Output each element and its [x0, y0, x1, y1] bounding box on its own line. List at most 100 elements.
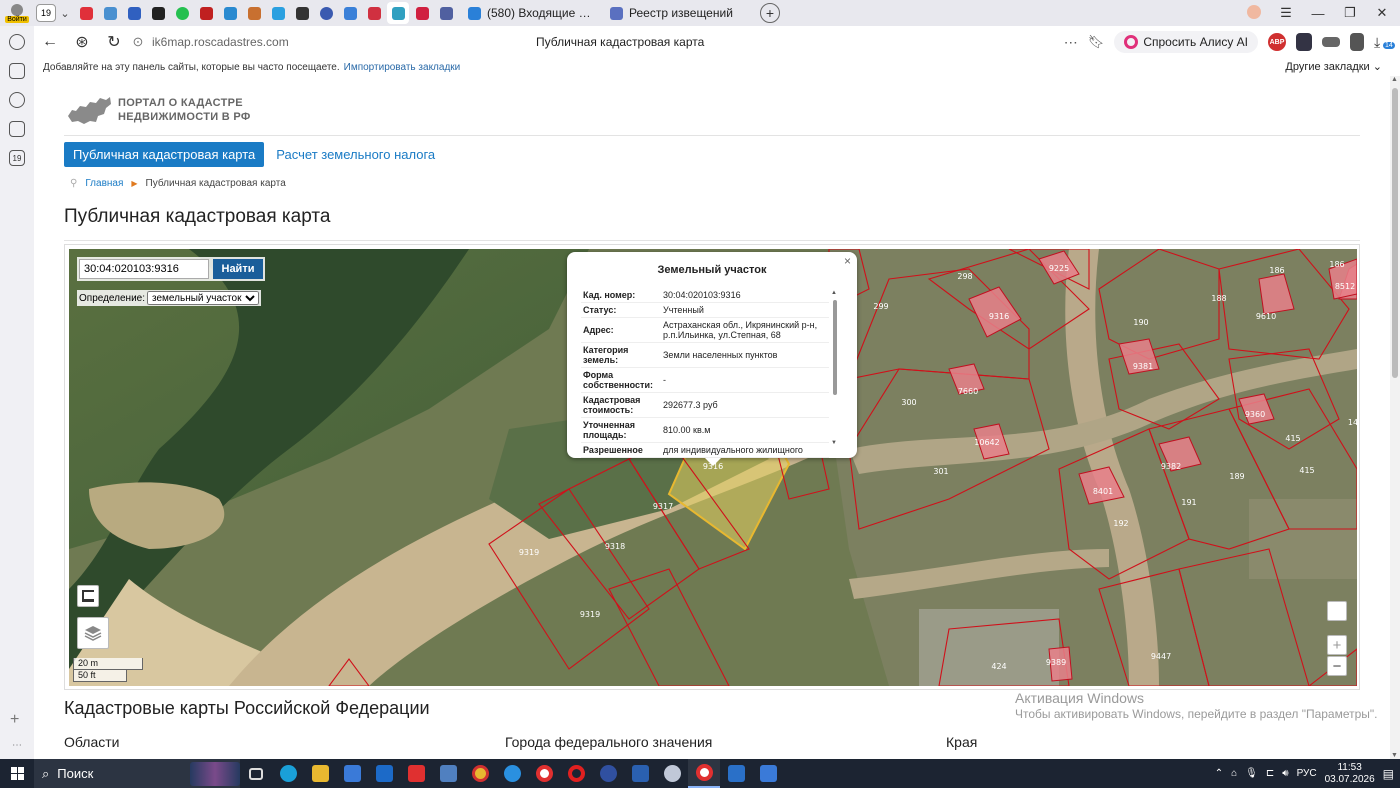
pinned-tab[interactable] [147, 2, 169, 24]
downloads-icon[interactable]: ⤓ 14 [1374, 34, 1395, 51]
new-tab-button[interactable]: + [760, 3, 780, 23]
parcel-label[interactable]: 189 [1229, 472, 1244, 481]
app-icon[interactable] [624, 759, 656, 788]
taskbar-search[interactable]: ⌕ Поиск [34, 759, 240, 788]
pinned-tab[interactable] [339, 2, 361, 24]
cadastral-map[interactable]: 9316 9317 9318 9319 9319 299 298 300 301 9316 9… [69, 249, 1357, 686]
edge-icon[interactable] [272, 759, 304, 788]
breadcrumb-home[interactable]: Главная [85, 178, 123, 189]
parcel-label[interactable]: 9317 [653, 502, 673, 511]
gallery-icon[interactable] [9, 121, 25, 137]
scroll-thumb[interactable] [833, 300, 837, 395]
parcel-label[interactable]: 300 [901, 398, 916, 407]
network-icon[interactable]: ⌂ [1231, 768, 1237, 779]
app-icon[interactable] [656, 759, 688, 788]
popup-scrollbar[interactable]: ▲ ▼ [831, 290, 839, 446]
extension-icon[interactable] [1296, 33, 1312, 51]
tab-registry[interactable]: Реестр извещений [602, 1, 752, 25]
minimize-button[interactable]: — [1302, 6, 1334, 21]
tab-count-button[interactable]: 19 [36, 4, 56, 22]
app-icon[interactable] [720, 759, 752, 788]
restore-button[interactable]: ❐ [1334, 5, 1366, 21]
yandex-browser-icon[interactable] [528, 759, 560, 788]
scroll-up-icon[interactable]: ▲ [831, 290, 837, 296]
column-territories[interactable]: Края [946, 734, 977, 750]
opera-icon[interactable] [560, 759, 592, 788]
parcel-label[interactable]: 424 [991, 662, 1006, 671]
layers-button[interactable] [77, 617, 109, 649]
parcel-label[interactable]: 188 [1211, 294, 1226, 303]
cadastre-number-input[interactable] [79, 259, 209, 279]
find-button[interactable]: Найти [213, 259, 263, 279]
extension-icon[interactable] [1322, 37, 1340, 47]
parcel-label[interactable]: 9316 [989, 312, 1009, 321]
parcel-label[interactable]: 9225 [1049, 264, 1069, 273]
volume-icon[interactable]: 🔊︎ [1282, 768, 1288, 779]
pinned-tab[interactable] [75, 2, 97, 24]
clock[interactable]: 11:53 03.07.2026 [1325, 762, 1375, 786]
reload-button[interactable]: ↻ [98, 32, 130, 52]
language-indicator[interactable]: РУС [1297, 768, 1317, 779]
history-icon[interactable] [9, 34, 25, 50]
more-actions-icon[interactable]: ⋯ [1064, 34, 1078, 51]
ask-alice-button[interactable]: Спросить Алису AI [1114, 31, 1258, 53]
parcel-label[interactable]: 191 [1181, 498, 1196, 507]
pinned-tab[interactable] [171, 2, 193, 24]
pinned-tab[interactable] [99, 2, 121, 24]
notifications-icon[interactable]: ▤ [1383, 767, 1394, 781]
site-logo[interactable]: ПОРТАЛ О КАДАСТРЕ НЕДВИЖИМОСТИ В РФ [66, 94, 251, 126]
parcel-label[interactable]: 192 [1113, 519, 1128, 528]
column-regions[interactable]: Области [64, 734, 119, 750]
parcel-label[interactable]: 298 [957, 272, 972, 281]
tabs-dropdown-icon[interactable]: ⌄ [56, 7, 74, 20]
back-button[interactable]: ← [34, 33, 66, 51]
parcel-label[interactable]: 415 [1299, 466, 1314, 475]
parcel-label[interactable]: 9319 [580, 610, 600, 619]
ie-icon[interactable] [496, 759, 528, 788]
parcel-label[interactable]: 10642 [974, 438, 999, 447]
mic-icon[interactable]: 🎙︎ [1245, 768, 1258, 779]
pinned-tab[interactable] [411, 2, 433, 24]
pinned-tab[interactable] [291, 2, 313, 24]
pinned-tab[interactable] [195, 2, 217, 24]
parcel-label[interactable]: 8512 [1335, 282, 1355, 291]
map-control-button[interactable] [1327, 601, 1347, 621]
parcel-label[interactable]: 7660 [958, 387, 978, 396]
video-icon[interactable] [9, 92, 25, 108]
parcel-label[interactable]: 9389 [1046, 658, 1066, 667]
outlook-icon[interactable] [368, 759, 400, 788]
column-federal-cities[interactable]: Города федерального значения [505, 734, 712, 750]
parcel-label[interactable]: 9381 [1133, 362, 1153, 371]
pinned-tab[interactable] [315, 2, 337, 24]
parcel-label[interactable]: 299 [873, 302, 888, 311]
import-bookmarks-link[interactable]: Импортировать закладки [344, 62, 461, 73]
definition-select[interactable]: земельный участок [147, 291, 260, 305]
parcel-label[interactable]: 190 [1133, 318, 1148, 327]
task-view-icon[interactable] [240, 759, 272, 788]
yandex-browser-active-icon[interactable] [688, 759, 720, 788]
chrome-icon[interactable] [464, 759, 496, 788]
page-scrollbar[interactable]: ▲ ▼ [1390, 76, 1400, 759]
scroll-down-icon[interactable]: ▼ [1391, 752, 1398, 759]
tab-mail[interactable]: (580) Входящие - Почта М [460, 1, 600, 25]
nav-land-tax[interactable]: Расчет земельного налога [276, 147, 435, 162]
parcel-label[interactable]: 9360 [1245, 410, 1265, 419]
menu-icon[interactable]: ☰ [1270, 5, 1302, 21]
parcel-label[interactable]: 9318 [605, 542, 625, 551]
other-bookmarks-button[interactable]: Другие закладки ⌄ [1285, 60, 1382, 73]
parcel-label[interactable]: 186 [1269, 266, 1284, 275]
scroll-up-icon[interactable]: ▲ [1391, 76, 1398, 83]
profile-button[interactable]: Войти [0, 0, 34, 26]
calendar-icon[interactable]: 19 [9, 150, 25, 166]
yandex-icon[interactable] [400, 759, 432, 788]
parcel-label[interactable]: 9382 [1161, 462, 1181, 471]
scroll-thumb[interactable] [1392, 88, 1398, 378]
parcel-label[interactable]: 9447 [1151, 652, 1171, 661]
scroll-down-icon[interactable]: ▼ [831, 440, 837, 446]
site-info-icon[interactable]: ⊙ [130, 34, 146, 50]
adblock-icon[interactable]: ABP [1268, 33, 1286, 51]
parcel-label[interactable]: 14 [1348, 418, 1357, 427]
url-field[interactable]: ik6map.roscadastres.com [152, 35, 402, 49]
more-icon[interactable]: ⋯ [12, 740, 22, 751]
parcel-label[interactable]: 9319 [519, 548, 539, 557]
